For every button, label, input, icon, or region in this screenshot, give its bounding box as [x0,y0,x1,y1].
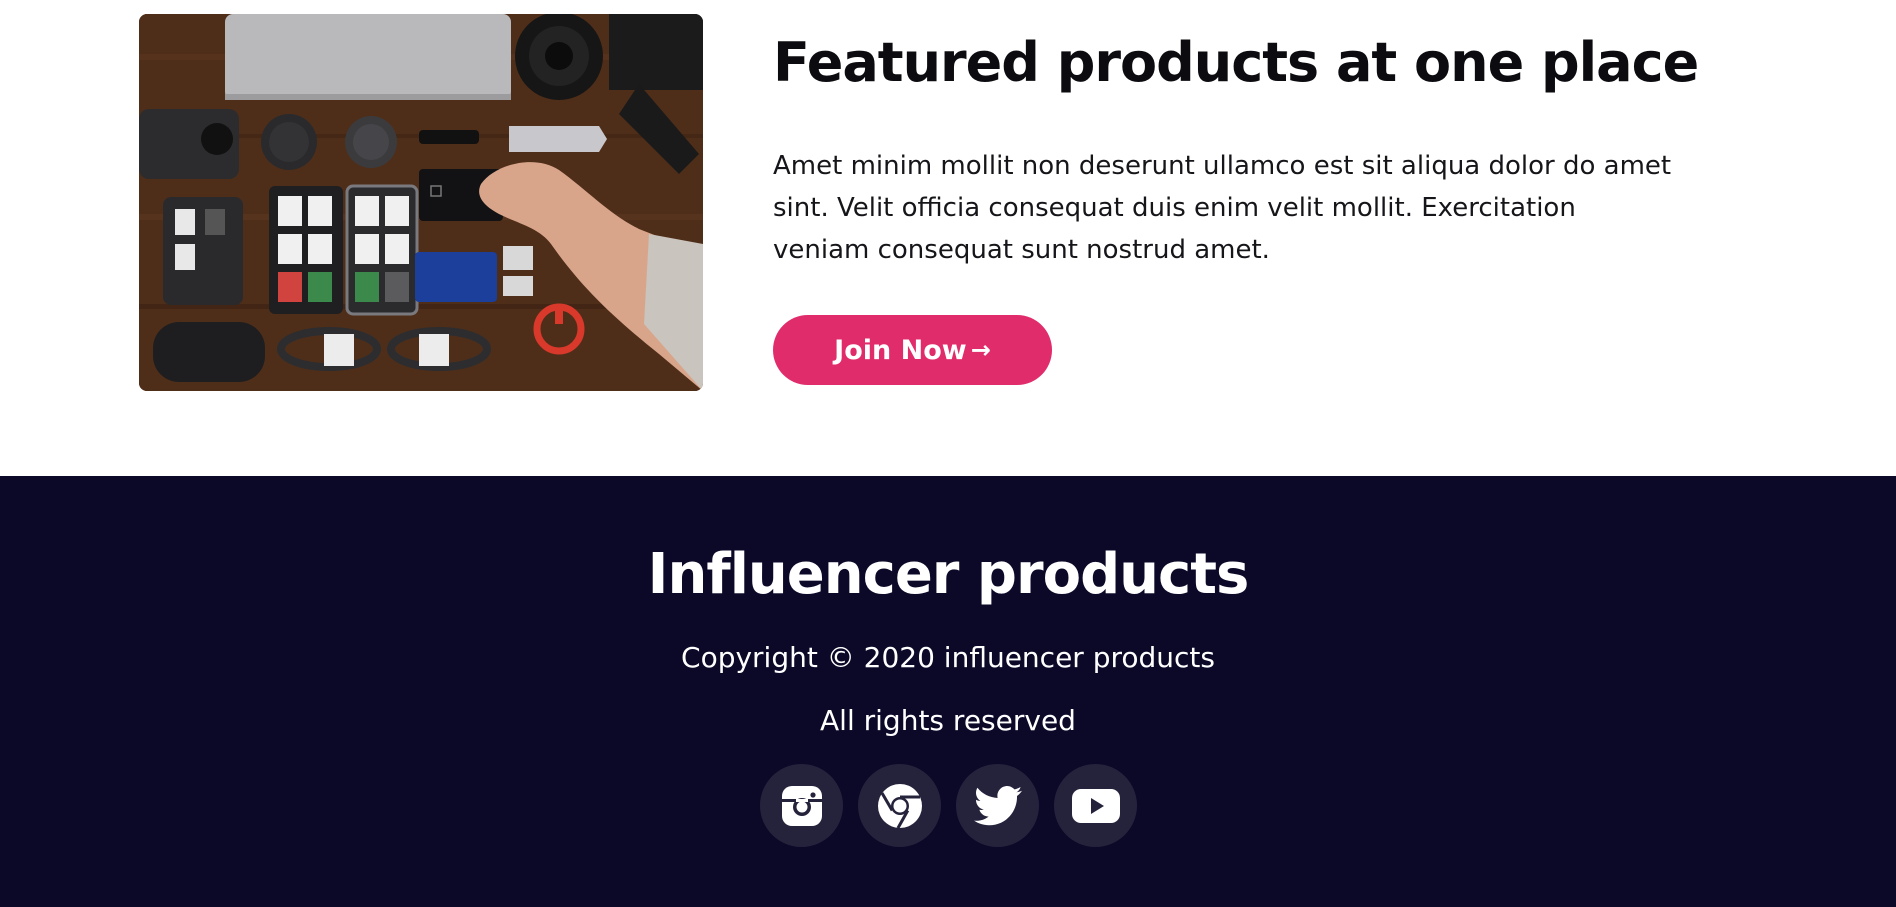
featured-section: Featured products at one place Amet mini… [0,0,1896,476]
chrome-icon [877,783,922,829]
join-now-label: Join Now [834,334,967,366]
featured-description: Amet minim mollit non deserunt ullamco e… [773,151,1672,265]
page: Featured products at one place Amet mini… [0,0,1896,907]
photo-illustration [139,14,703,391]
instagram-icon [781,785,822,826]
social-links [760,764,1138,848]
youtube-icon [1071,788,1120,823]
twitter-link[interactable] [956,764,1039,847]
chrome-link[interactable] [858,764,941,847]
copyright-text: Copyright © 2020 influencer products [681,641,1215,674]
instagram-link[interactable] [760,764,843,847]
rights-text: All rights reserved [820,704,1076,737]
arrow-right-icon: → [970,336,991,364]
footer-title: Influencer products [647,542,1250,607]
featured-photo [139,14,703,391]
twitter-icon [973,785,1022,825]
join-now-button[interactable]: Join Now → [773,315,1052,385]
youtube-link[interactable] [1054,764,1137,847]
featured-title: Featured products at one place [773,31,1699,94]
